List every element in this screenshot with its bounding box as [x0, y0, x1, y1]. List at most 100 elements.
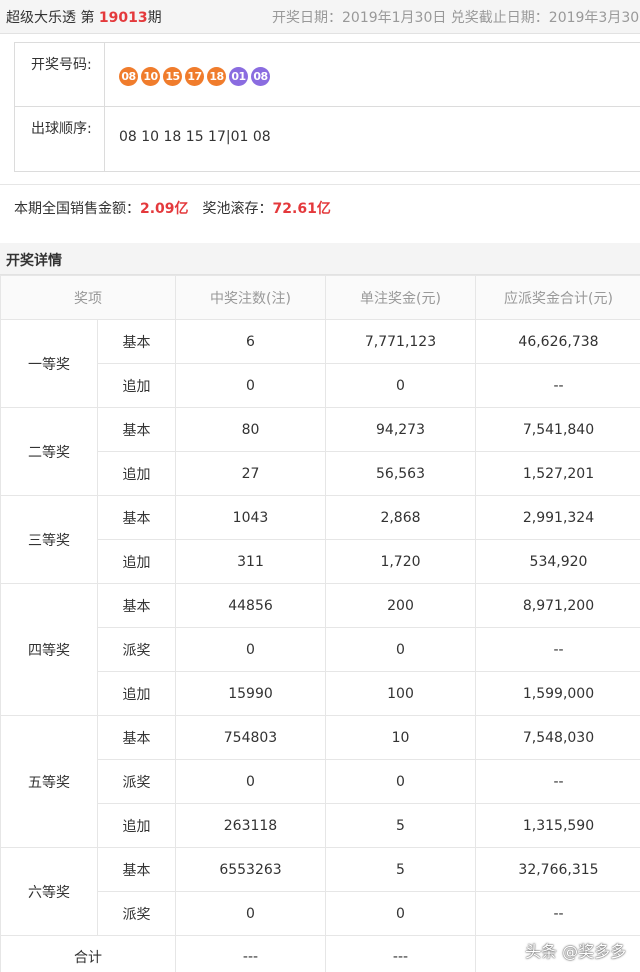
draw-numbers-row: 开奖号码: 08 10 15 17 18 01 08 [15, 43, 640, 107]
prize-table-header: 奖项 中奖注数(注) 单注奖金(元) 应派奖金合计(元) [0, 275, 640, 320]
cell-type: 基本 [97, 583, 176, 628]
table-row: 一等奖 基本 6 7,771,123 46,626,738 [0, 319, 640, 408]
cell-total: -- [475, 627, 640, 672]
cell-count: 263118 [175, 803, 326, 848]
cell-prize: 94,273 [325, 407, 476, 452]
cell-type: 基本 [97, 407, 176, 452]
cell-count: 15990 [175, 671, 326, 716]
blue-ball: 01 [229, 67, 248, 86]
cell-prize: 56,563 [325, 451, 476, 496]
cell-prize: 0 [325, 363, 476, 408]
game-name: 超级大乐透 第 [6, 10, 95, 26]
draw-order-label: 出球顺序: [15, 107, 105, 171]
red-ball: 10 [141, 67, 160, 86]
table-row: 二等奖 基本 80 94,273 7,541,840 [0, 407, 640, 496]
ball-list: 08 10 15 17 18 01 08 [119, 67, 273, 86]
cell-type: 派奖 [97, 627, 176, 672]
cell-count: 0 [175, 891, 326, 936]
cell-total: 32,766,315 [475, 847, 640, 892]
cell-total: -- [475, 759, 640, 804]
sales-bar: 本期全国销售金额：2.09亿 奖池滚存：72.61亿 [0, 184, 640, 229]
issue-title: 超级大乐透 第 19013期 [6, 7, 162, 27]
cell-prize: 200 [325, 583, 476, 628]
cell-total: 8,971,200 [475, 583, 640, 628]
cell-total: 7,548,030 [475, 715, 640, 760]
cell-total: 46,626,738 [475, 319, 640, 364]
draw-dates: 开奖日期：2019年1月30日 兑奖截止日期：2019年3月30 [272, 10, 640, 26]
table-row: 三等奖 基本 1043 2,868 2,991,324 [0, 495, 640, 584]
cell-prize: 5 [325, 847, 476, 892]
cell-type: 追加 [97, 451, 176, 496]
sales-summary: 本期全国销售金额：2.09亿 奖池滚存：72.61亿 [14, 198, 331, 218]
table-row: 五等奖 基本 754803 10 7,548,030 [0, 715, 640, 848]
cell-count: 0 [175, 759, 326, 804]
cell-count: 1043 [175, 495, 326, 540]
details-header: 开奖详情 [0, 243, 640, 275]
cell-prize: 7,771,123 [325, 319, 476, 364]
cell-prize: 0 [325, 891, 476, 936]
total-prize: --- [325, 935, 476, 972]
draw-numbers-label: 开奖号码: [15, 43, 105, 106]
table-row: 四等奖 基本 44856 200 8,971,200 [0, 583, 640, 716]
cell-count: 6553263 [175, 847, 326, 892]
prize-level: 一等奖 [0, 319, 98, 408]
cell-total: 1,315,590 [475, 803, 640, 848]
cell-type: 基本 [97, 715, 176, 760]
cell-total: -- [475, 363, 640, 408]
table-row: 六等奖 基本 6553263 5 32,766,315 [0, 847, 640, 936]
cell-total: 7,541,840 [475, 407, 640, 452]
cell-total: -- [475, 891, 640, 936]
cell-type: 派奖 [97, 759, 176, 804]
cell-prize: 100 [325, 671, 476, 716]
pool-label: 奖池滚存： [202, 201, 273, 217]
cell-count: 44856 [175, 583, 326, 628]
red-ball: 08 [119, 67, 138, 86]
details-title: 开奖详情 [6, 253, 62, 269]
pool-amount: 72.61亿 [272, 201, 331, 217]
cell-prize: 2,868 [325, 495, 476, 540]
sales-amount: 2.09亿 [140, 201, 189, 217]
prize-level: 三等奖 [0, 495, 98, 584]
red-ball: 17 [185, 67, 204, 86]
draw-order-text: 08 10 18 15 17|01 08 [119, 129, 271, 145]
cell-total: 2,991,324 [475, 495, 640, 540]
cell-total: 1,527,201 [475, 451, 640, 496]
cell-type: 追加 [97, 803, 176, 848]
draw-info-box: 开奖号码: 08 10 15 17 18 01 08 出球顺序: 08 10 18 15 1… [14, 42, 640, 172]
column-header-prize: 奖项 [0, 275, 176, 320]
red-ball: 15 [163, 67, 182, 86]
prize-level: 四等奖 [0, 583, 98, 716]
issue-suffix: 期 [147, 10, 162, 26]
cell-count: 311 [175, 539, 326, 584]
cell-count: 6 [175, 319, 326, 364]
column-header-total-prize: 应派奖金合计(元) [475, 275, 640, 320]
prize-level: 六等奖 [0, 847, 98, 936]
prize-level: 二等奖 [0, 407, 98, 496]
cell-type: 追加 [97, 671, 176, 716]
cell-count: 27 [175, 451, 326, 496]
cell-prize: 1,720 [325, 539, 476, 584]
top-bar: 超级大乐透 第 19013期 开奖日期：2019年1月30日 兑奖截止日期：20… [0, 0, 640, 34]
total-count: --- [175, 935, 326, 972]
cell-prize: 0 [325, 759, 476, 804]
prize-level: 五等奖 [0, 715, 98, 848]
prize-table: 奖项 中奖注数(注) 单注奖金(元) 应派奖金合计(元) 一等奖 基本 6 7,771… [0, 275, 640, 972]
draw-order-row: 出球顺序: 08 10 18 15 17|01 08 [15, 107, 640, 171]
column-header-unit-prize: 单注奖金(元) [325, 275, 476, 320]
cell-type: 基本 [97, 495, 176, 540]
blue-ball: 08 [251, 67, 270, 86]
cell-type: 追加 [97, 363, 176, 408]
cell-type: 基本 [97, 847, 176, 892]
cell-count: 0 [175, 363, 326, 408]
watermark: 头条 @奖多多 [525, 942, 627, 961]
issue-number: 19013 [98, 10, 148, 26]
cell-total: 1,599,000 [475, 671, 640, 716]
cell-prize: 10 [325, 715, 476, 760]
cell-prize: 5 [325, 803, 476, 848]
cell-count: 80 [175, 407, 326, 452]
column-header-count: 中奖注数(注) [175, 275, 326, 320]
total-label: 合计 [0, 935, 176, 972]
cell-type: 基本 [97, 319, 176, 364]
red-ball: 18 [207, 67, 226, 86]
cell-total: 534,920 [475, 539, 640, 584]
